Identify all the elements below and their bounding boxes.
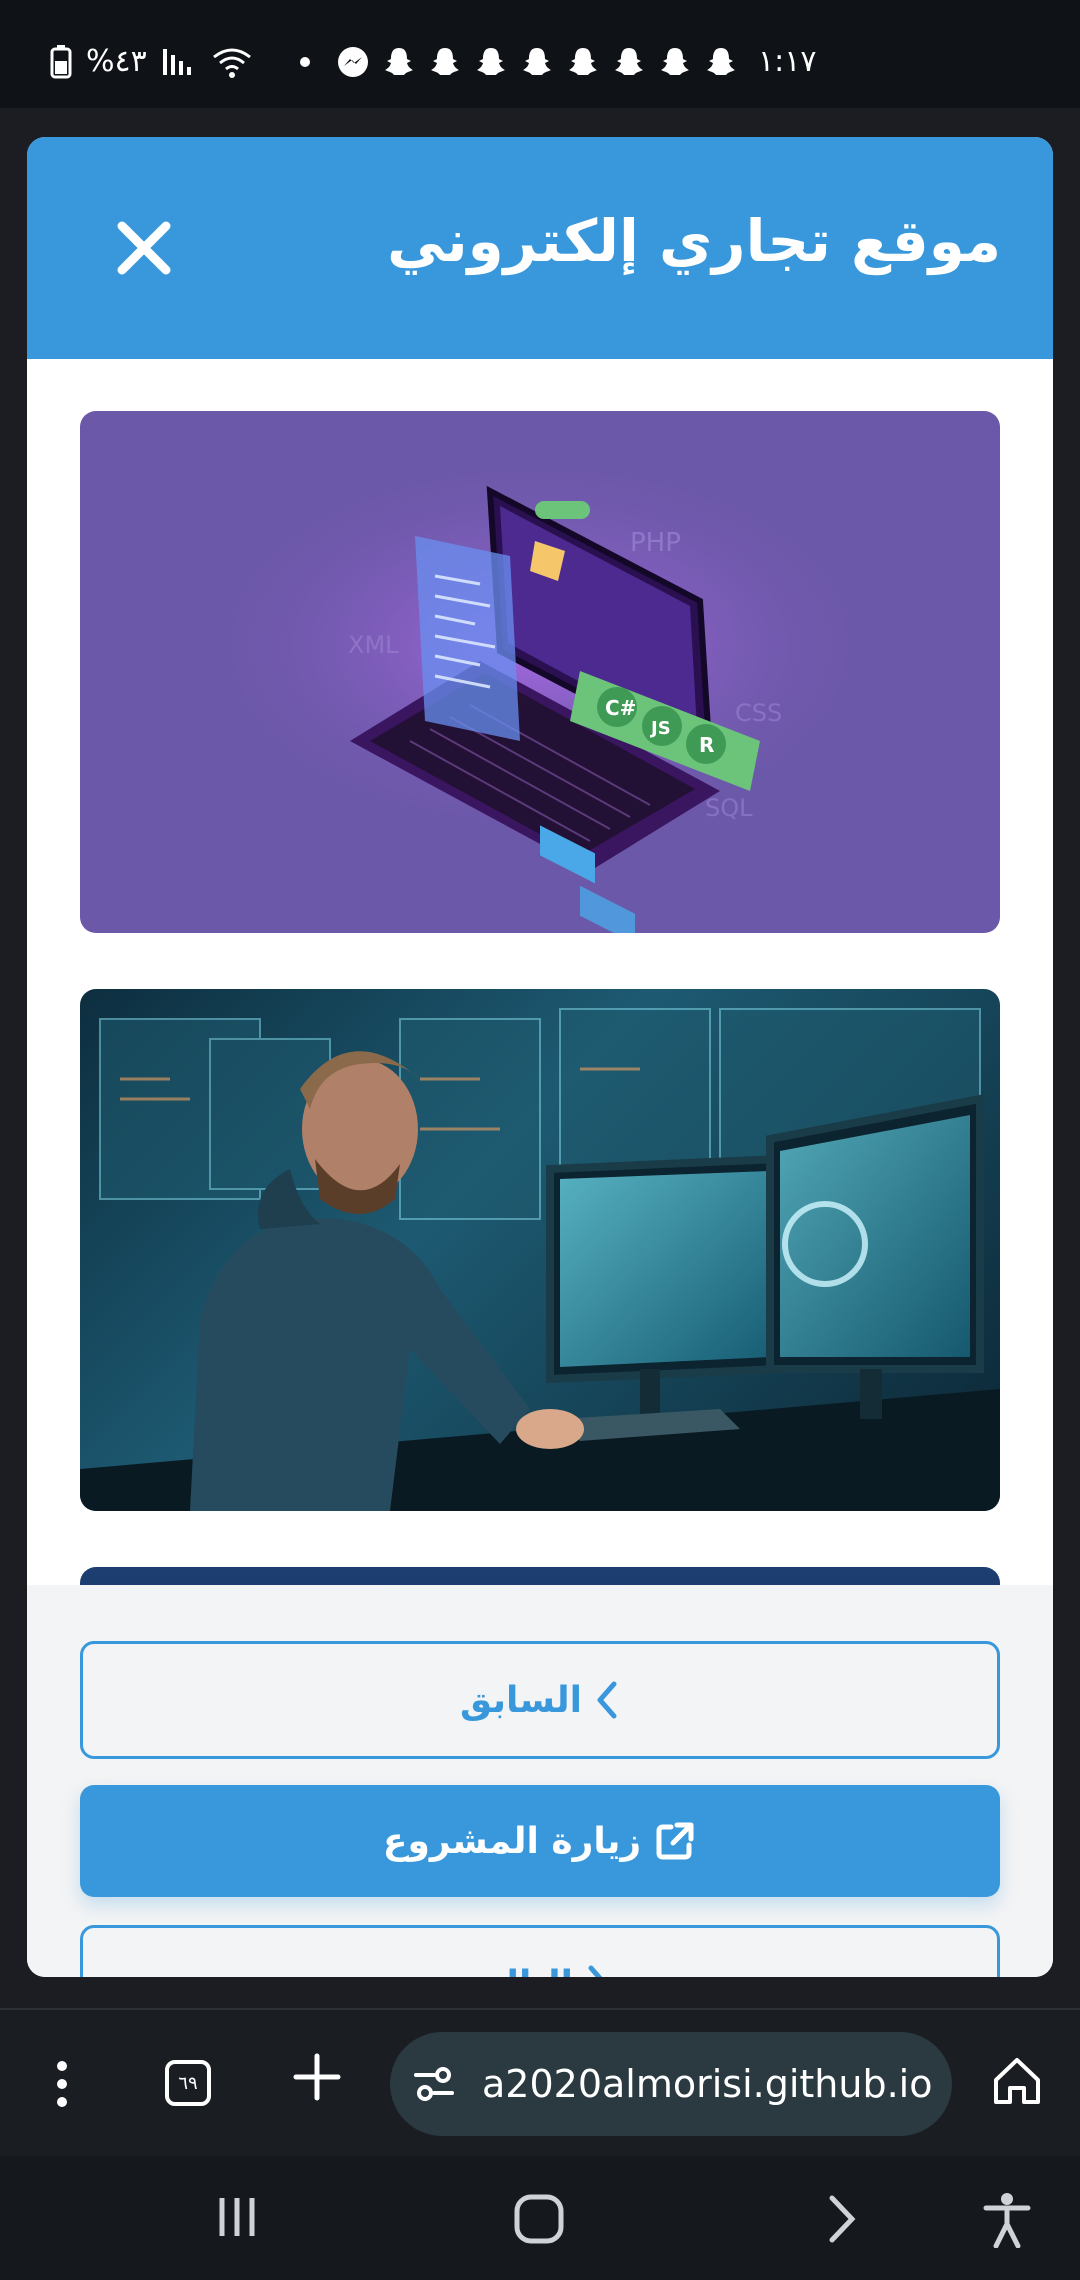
recents-button[interactable] — [212, 2192, 262, 2246]
visit-project-button[interactable]: زيارة المشروع — [80, 1785, 1000, 1897]
home-icon — [994, 2058, 1040, 2104]
snapchat-icon — [523, 47, 551, 75]
svg-text:JS: JS — [649, 718, 671, 739]
svg-text:XML: XML — [348, 631, 399, 659]
gallery-image-1: C# JS R PHP XML CSS SQL — [80, 411, 1000, 933]
site-settings-icon — [414, 2067, 454, 2101]
chevron-right-icon — [829, 2195, 856, 2243]
menu-button[interactable] — [42, 2054, 82, 2114]
dialog-footer: السابق زيارة المشروع التالي — [27, 1585, 1053, 1977]
developer-photo — [80, 1008, 1000, 1511]
snapchat-icon — [477, 47, 505, 75]
chevron-left-icon — [588, 1965, 603, 1977]
dialog-title: موقع تجاري إلكتروني — [387, 207, 1001, 275]
dialog-header: موقع تجاري إلكتروني — [27, 137, 1053, 359]
close-icon — [117, 221, 171, 275]
svg-text:SQL: SQL — [705, 794, 753, 822]
close-button[interactable] — [107, 211, 181, 285]
address-bar[interactable]: a2020almorisi.github.io — [390, 2032, 952, 2136]
svg-text:R: R — [699, 733, 714, 757]
chevron-right-icon — [597, 1681, 617, 1719]
wifi-icon — [212, 48, 251, 78]
previous-label: السابق — [460, 1679, 582, 1721]
home-nav-button[interactable] — [512, 2192, 566, 2250]
home-button[interactable] — [990, 2054, 1044, 2112]
browser-toolbar: ٦٩ a2020almorisi.github.io — [0, 2008, 1080, 2158]
back-nav-button[interactable] — [822, 2192, 862, 2250]
snapchat-icon — [661, 47, 689, 75]
status-left: %٤٣ — [50, 44, 253, 79]
svg-text:CSS: CSS — [735, 699, 782, 727]
signal-icon — [162, 48, 191, 75]
snapchat-icon — [569, 47, 597, 75]
snapchat-icon — [707, 47, 735, 75]
visit-project-label: زيارة المشروع — [382, 1820, 642, 1862]
snapchat-icon — [615, 47, 643, 75]
svg-text:PHP: PHP — [630, 528, 681, 558]
project-dialog: موقع تجاري إلكتروني C# JS R PHP XML CSS … — [27, 137, 1053, 1977]
svg-text:C#: C# — [605, 696, 636, 720]
previous-button[interactable]: السابق — [80, 1641, 1000, 1759]
gallery-image-2 — [80, 989, 1000, 1511]
battery-icon — [50, 44, 72, 78]
new-tab-button[interactable] — [292, 2050, 342, 2112]
next-button[interactable]: التالي — [80, 1925, 1000, 1977]
system-nav-bar — [0, 2156, 1080, 2280]
notification-icons: ١:١٧ — [300, 44, 816, 79]
status-time: ١:١٧ — [758, 44, 817, 79]
external-link-icon — [656, 1822, 694, 1860]
dot-icon — [300, 56, 310, 67]
tabs-button[interactable]: ٦٩ — [165, 2060, 211, 2106]
battery-percent: %٤٣ — [86, 44, 147, 79]
messenger-icon — [338, 46, 368, 77]
status-bar: %٤٣ ١:١٧ — [0, 0, 1080, 108]
accessibility-button[interactable] — [982, 2192, 1032, 2252]
recents-icon — [219, 2198, 255, 2236]
accessibility-icon — [983, 2193, 1031, 2249]
next-label: التالي — [469, 1964, 573, 1978]
more-vert-icon — [57, 2061, 67, 2107]
snapchat-icon — [431, 47, 459, 75]
url-text: a2020almorisi.github.io — [482, 2062, 932, 2106]
snapchat-icon — [385, 47, 413, 75]
home-square-icon — [514, 2194, 564, 2244]
plus-icon — [293, 2053, 341, 2101]
laptop-code-illustration: C# JS R PHP XML CSS SQL — [80, 411, 1000, 933]
